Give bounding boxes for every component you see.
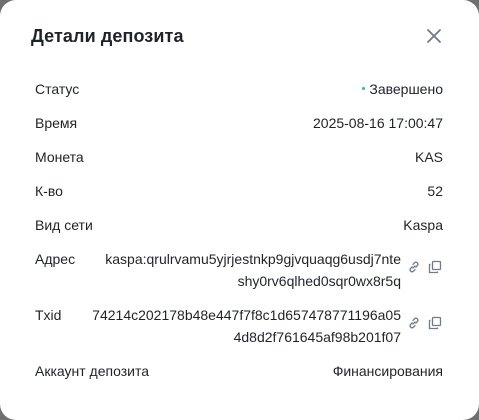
txid-label: Txid [35, 307, 62, 323]
time-label: Время [35, 115, 78, 131]
link-icon [409, 317, 419, 329]
address-actions [407, 260, 443, 276]
amount-value: 52 [427, 183, 443, 199]
address-row: Адрес kaspa:qrulrvamu5yjrjestnkp9gjvquaq… [35, 248, 443, 294]
status-dot-icon [362, 86, 366, 90]
status-value: Завершено [362, 81, 443, 97]
txid-row: Txid 74214c202178b48e447f7f8c1d657478771… [35, 304, 443, 350]
deposit-details-modal: Детали депозита Статус Завершено Время 2… [0, 0, 479, 420]
account-label: Аккаунт депозита [35, 363, 150, 379]
txid-value: 74214c202178b48e447f7f8c1d657478771196a0… [92, 304, 401, 348]
copy-icon [428, 316, 442, 330]
address-value: kaspa:qrulrvamu5yjrjestnkp9gjvquaqg6usdj… [105, 248, 401, 292]
txid-line-1: 74214c202178b48e447f7f8c1d657478771196a0… [92, 307, 401, 323]
close-button[interactable] [424, 26, 444, 46]
coin-label: Монета [35, 149, 84, 165]
modal-title: Детали депозита [31, 26, 184, 46]
status-label: Статус [35, 81, 80, 97]
network-label: Вид сети [35, 217, 93, 233]
txid-actions [407, 316, 443, 332]
copy-icon [428, 260, 442, 274]
amount-label: К-во [35, 183, 63, 199]
txid-link-button[interactable] [407, 316, 421, 330]
time-value: 2025-08-16 17:00:47 [313, 115, 443, 131]
address-copy-button[interactable] [428, 260, 442, 274]
address-line-1: kaspa:qrulrvamu5yjrjestnkp9gjvquaqg6usdj… [105, 251, 401, 267]
link-icon [409, 261, 419, 273]
txid-line-2: 4d8d2f761645af98b201f07 [233, 329, 401, 345]
account-value: Финансирования [332, 363, 443, 379]
address-link-button[interactable] [407, 260, 421, 274]
address-label: Адрес [35, 251, 76, 267]
network-value: Kaspa [403, 217, 443, 233]
close-icon [427, 29, 441, 43]
address-line-2: shy0rv6qlhed0sqr0wx8r5q [237, 273, 401, 289]
txid-copy-button[interactable] [428, 316, 442, 330]
coin-value: KAS [414, 149, 443, 165]
status-text: Завершено [369, 81, 443, 97]
